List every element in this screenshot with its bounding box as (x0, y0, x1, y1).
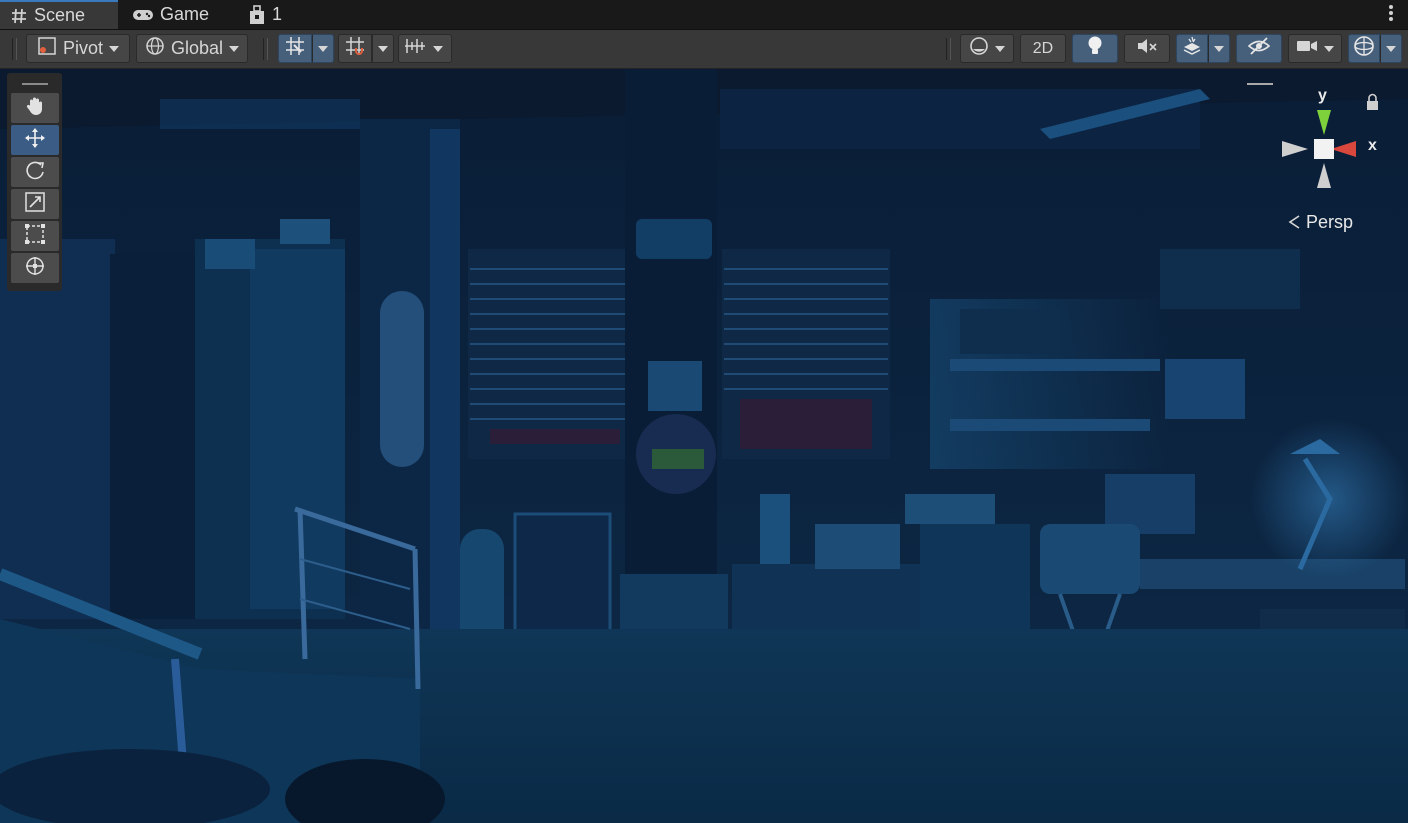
globe-icon (145, 36, 165, 61)
transform-tools-overlay (7, 73, 62, 291)
pivot-dropdown[interactable]: Pivot (26, 34, 130, 63)
toolbar-grip (946, 38, 951, 60)
shaded-sphere-icon (969, 36, 989, 61)
overlay-drag-handle[interactable] (22, 83, 48, 85)
neg-x-axis-cone[interactable] (1282, 141, 1308, 157)
rotate-tool-button[interactable] (10, 157, 59, 187)
magnet-grid-icon (344, 35, 366, 62)
gizmo-sphere-icon (1353, 35, 1375, 62)
move-tool-button[interactable] (10, 125, 59, 155)
y-axis-cone[interactable] (1317, 110, 1331, 135)
chevron-down-icon (109, 45, 120, 52)
camera-dropdown[interactable] (1288, 34, 1342, 63)
scene-visibility-toggle[interactable] (1236, 34, 1282, 63)
chevron-down-icon (433, 45, 443, 52)
ruler-dropdown[interactable] (398, 34, 452, 63)
grid-snap-toggle[interactable] (278, 34, 312, 63)
audio-toggle[interactable] (1124, 34, 1170, 63)
scene-render (0, 69, 1408, 823)
tab-package-label: 1 (272, 4, 283, 24)
global-label: Global (170, 38, 224, 58)
chevron-down-icon (1386, 45, 1396, 52)
chevron-down-icon (1214, 45, 1224, 52)
eye-hidden-icon (1247, 36, 1271, 61)
package-icon (248, 4, 266, 25)
hand-icon (24, 95, 46, 122)
y-axis-label: y (1318, 87, 1327, 104)
rect-icon (24, 223, 46, 250)
global-dropdown[interactable]: Global (136, 34, 248, 63)
neg-y-axis-cone[interactable] (1317, 163, 1331, 188)
chevron-down-icon (318, 45, 328, 52)
scene-viewport[interactable] (0, 69, 1408, 823)
layers-effects-icon (1181, 36, 1203, 61)
transform-tool-button[interactable] (10, 253, 59, 283)
more-options-icon[interactable] (1388, 5, 1394, 23)
chevron-down-icon (1324, 45, 1334, 52)
mute-icon (1136, 36, 1158, 61)
increment-snap-toggle[interactable] (338, 34, 372, 63)
lock-icon[interactable] (1367, 93, 1378, 111)
chevron-down-icon (378, 45, 388, 52)
hand-tool-button[interactable] (10, 93, 59, 123)
tab-game-label: Game (160, 4, 210, 24)
camera-icon (1296, 38, 1318, 59)
lighting-toggle[interactable] (1072, 34, 1118, 63)
ruler-icon (403, 36, 427, 61)
pivot-icon (37, 36, 57, 61)
chevron-left-icon[interactable] (1287, 214, 1301, 235)
toggle-2d-button[interactable]: 2D (1020, 34, 1066, 63)
move-icon (24, 127, 46, 154)
editor-tab-bar: Scene Game 1 (0, 0, 1408, 30)
transform-icon (24, 255, 46, 282)
x-axis-label: x (1368, 137, 1377, 154)
tab-scene[interactable]: Scene (0, 0, 118, 29)
pivot-label: Pivot (62, 38, 104, 58)
tab-scene-label: Scene (34, 5, 86, 25)
effects-dropdown[interactable] (1208, 34, 1230, 63)
center-cube[interactable] (1314, 139, 1334, 159)
x-axis-cone[interactable] (1331, 141, 1356, 157)
grid-snap-icon (284, 35, 306, 62)
toggle-2d-label: 2D (1032, 39, 1054, 57)
tab-game[interactable]: Game (122, 0, 222, 29)
effects-toggle[interactable] (1176, 34, 1208, 63)
shading-mode-dropdown[interactable] (960, 34, 1014, 63)
toolbar-grip (263, 38, 268, 60)
gizmos-dropdown[interactable] (1380, 34, 1402, 63)
increment-snap-dropdown[interactable] (372, 34, 394, 63)
tab-package[interactable]: 1 (238, 0, 298, 29)
toolbar-grip (12, 38, 17, 60)
scale-icon (24, 191, 46, 218)
chevron-down-icon (229, 45, 240, 52)
gizmos-toggle[interactable] (1348, 34, 1380, 63)
projection-toggle-label[interactable]: Persp (1306, 212, 1353, 233)
light-bulb-icon (1086, 35, 1104, 62)
grid-snap-dropdown[interactable] (312, 34, 334, 63)
scene-toolbar: Pivot Global 2D (0, 30, 1408, 69)
rotate-icon (24, 159, 46, 186)
rect-tool-button[interactable] (10, 221, 59, 251)
chevron-down-icon (995, 45, 1005, 52)
gamepad-icon (132, 7, 154, 23)
hash-icon (10, 7, 28, 25)
scale-tool-button[interactable] (10, 189, 59, 219)
